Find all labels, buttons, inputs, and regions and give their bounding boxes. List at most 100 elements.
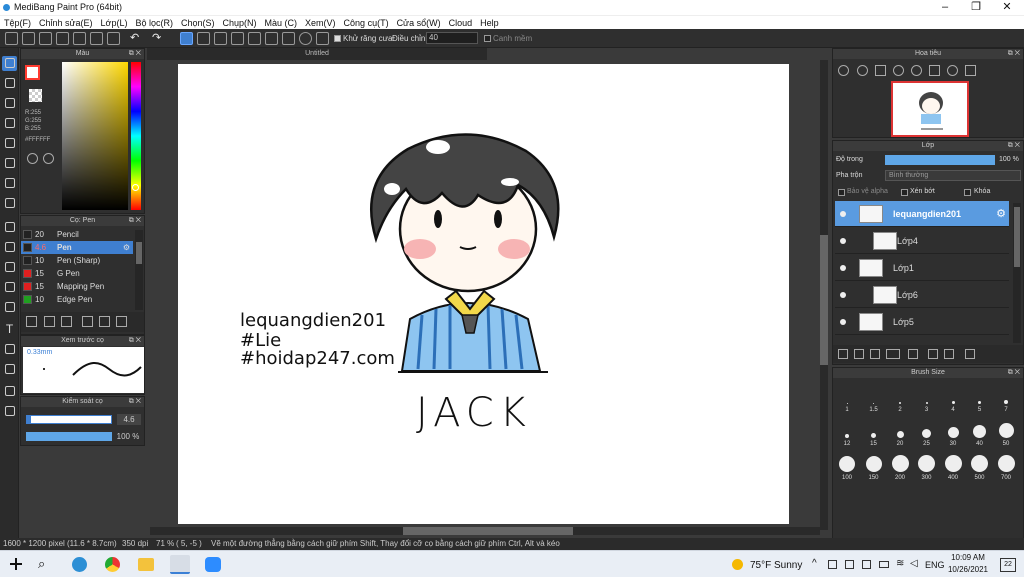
snap-radial-icon[interactable] (248, 32, 261, 45)
add-brush-icon[interactable] (26, 316, 37, 327)
menu-file[interactable]: Tệp(F) (0, 16, 35, 30)
visibility-icon[interactable] (840, 238, 846, 244)
chrome-icon[interactable] (105, 557, 120, 572)
select-pen-tool-icon[interactable] (2, 280, 17, 295)
brush-size-option[interactable]: 500 (969, 454, 991, 481)
volume-icon[interactable]: ◁ (910, 558, 918, 569)
zoom-in-icon[interactable] (838, 65, 849, 76)
brush-size-option[interactable]: 700 (995, 454, 1017, 481)
layer-row[interactable]: Lớp6 (835, 282, 1009, 308)
eraser-tool-icon[interactable] (2, 76, 17, 91)
new-halftone-layer-icon[interactable] (854, 349, 864, 359)
blend-mode-select[interactable]: Bình thường (885, 170, 1021, 181)
menu-edit[interactable]: Chỉnh sửa(E) (35, 16, 97, 30)
divide-tool-icon[interactable] (2, 362, 17, 377)
medibang-taskbar-icon[interactable] (170, 555, 190, 574)
menu-select[interactable]: Chọn(S) (177, 16, 219, 30)
color-wheel-icon[interactable] (43, 153, 54, 164)
correction-select[interactable]: 40 (426, 32, 478, 44)
add-layer-menu-icon[interactable] (886, 349, 900, 359)
snap-vanish-icon[interactable] (231, 32, 244, 45)
cloud-icon[interactable] (5, 32, 18, 45)
gear-icon[interactable]: ⚙ (996, 201, 1006, 227)
visibility-icon[interactable] (840, 211, 846, 217)
snap-circle-icon[interactable] (265, 32, 278, 45)
brush-size-option[interactable]: 50 (995, 420, 1017, 447)
antialias-checkbox[interactable] (334, 35, 341, 42)
brush-size-option[interactable]: 3 (916, 386, 938, 413)
menu-color[interactable]: Màu (C) (261, 16, 302, 30)
document-icon[interactable] (73, 32, 86, 45)
brush-list-scrollbar[interactable] (135, 230, 143, 310)
brush-size-option[interactable]: 15 (863, 420, 885, 447)
primary-color-swatch[interactable] (25, 65, 40, 80)
navigator-thumbnail[interactable] (891, 81, 969, 137)
chevron-up-icon[interactable]: ^ (812, 558, 817, 569)
wifi-icon[interactable]: ≋ (896, 558, 904, 569)
grid-icon[interactable] (90, 32, 103, 45)
weather-text[interactable]: 75°F Sunny (750, 560, 802, 571)
tray-icon-2[interactable] (845, 560, 854, 569)
menu-capture[interactable]: Chụp(N) (219, 16, 261, 30)
hand-tool-icon[interactable] (2, 404, 17, 419)
trash-icon[interactable] (965, 349, 975, 359)
menu-tools[interactable]: Công cụ(T) (340, 16, 393, 30)
share-icon[interactable] (22, 32, 35, 45)
copy-brush-icon[interactable] (82, 316, 93, 327)
brush-size-option[interactable]: 150 (863, 454, 885, 481)
clock-date[interactable]: 10/26/2021 (946, 565, 990, 574)
lock-checkbox[interactable] (964, 189, 971, 196)
menu-cloud[interactable]: Cloud (445, 16, 477, 30)
frame-icon[interactable] (107, 32, 120, 45)
tray-icon-3[interactable] (862, 560, 871, 569)
comment-icon[interactable] (39, 32, 52, 45)
operation-tool-icon[interactable] (2, 342, 17, 357)
menu-view[interactable]: Xem(V) (301, 16, 340, 30)
actual-size-icon[interactable] (893, 65, 904, 76)
horizontal-scrollbar[interactable] (150, 527, 820, 535)
rotate-left-icon[interactable] (911, 65, 922, 76)
tray-icon-1[interactable] (828, 560, 837, 569)
page-icon[interactable] (56, 32, 69, 45)
transparent-swatch[interactable] (29, 89, 42, 102)
new-brush-icon[interactable] (44, 316, 55, 327)
snap-settings-icon[interactable] (316, 32, 329, 45)
brush-item[interactable]: 15 G Pen (21, 267, 133, 280)
brush-item[interactable]: 10 Pen (Sharp) (21, 254, 133, 267)
snap-ellipse-icon[interactable] (299, 32, 312, 45)
hue-handle[interactable] (132, 184, 139, 191)
move-tool-icon[interactable] (2, 136, 17, 151)
snap-off-icon[interactable] (180, 32, 193, 45)
fill-rect-tool-icon[interactable] (2, 156, 17, 171)
layer-row-selected[interactable]: lequangdien201 ⚙ (835, 201, 1009, 227)
smooth-checkbox[interactable] (484, 35, 491, 42)
brush-size-option[interactable]: 300 (916, 454, 938, 481)
file-explorer-icon[interactable] (138, 558, 154, 571)
fit-icon[interactable] (875, 65, 886, 76)
brush-size-option[interactable]: 30 (942, 420, 964, 447)
gradient-tool-icon[interactable] (2, 196, 17, 211)
duplicate-icon[interactable] (116, 316, 127, 327)
lasso-tool-icon[interactable] (2, 240, 17, 255)
layer-row[interactable]: Lớp1 (835, 255, 1009, 281)
notification-badge[interactable]: 22 (1000, 558, 1016, 572)
protect-alpha-checkbox[interactable] (838, 189, 845, 196)
brush-menu-icon[interactable] (61, 316, 72, 327)
pen-tool-icon[interactable] (2, 116, 17, 131)
new-layer-icon[interactable] (838, 349, 848, 359)
brush-item[interactable]: 15 Mapping Pen (21, 280, 133, 293)
menu-filter[interactable]: Bộ lọc(R) (131, 16, 177, 30)
magic-wand-tool-icon[interactable] (2, 260, 17, 275)
canvas-tab[interactable]: Untitled (147, 48, 487, 60)
drawing-paper[interactable]: lequangdien201 #Lie #hoidap247.com JACK (178, 64, 789, 524)
brush-size-option[interactable]: 2 (889, 386, 911, 413)
visibility-icon[interactable] (840, 292, 846, 298)
clock-time[interactable]: 10:09 AM (950, 553, 986, 562)
close-button[interactable]: ✕ (992, 0, 1022, 15)
brush-tool-icon[interactable] (2, 56, 17, 71)
gear-icon[interactable]: ⚙ (123, 241, 130, 254)
brush-size-option[interactable]: 7 (995, 386, 1017, 413)
brush-size-option[interactable]: 1 (836, 386, 858, 413)
brush-size-slider[interactable] (26, 415, 112, 424)
select-eraser-tool-icon[interactable] (2, 300, 17, 315)
